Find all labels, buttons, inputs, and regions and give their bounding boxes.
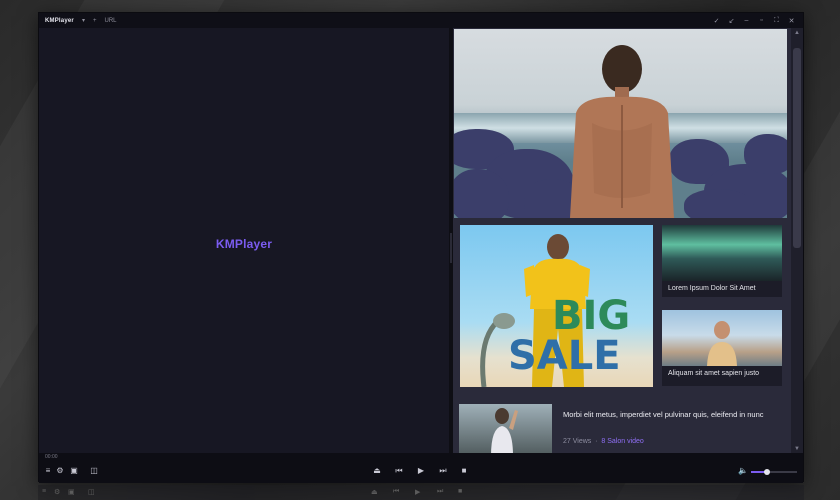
eject-icon[interactable]: ⏏ (370, 466, 384, 476)
side-panel: BIG SALE Lorem Ipsum Dolor Sit Amet Aliq… (453, 28, 791, 459)
card-title: Lorem Ipsum Dolor Sit Amet (668, 285, 756, 292)
video-area[interactable]: KMPlayer (39, 28, 449, 459)
video-logo: KMPlayer (215, 236, 273, 251)
vr-icon[interactable]: ◫ (87, 466, 101, 476)
maximize-icon[interactable]: ▫ (756, 17, 767, 24)
side-panel-scrollbar[interactable]: ▲ ▼ (791, 28, 803, 459)
reflection-playlist-icon: ≡ (42, 488, 47, 495)
volume-icon[interactable]: 🔈 (736, 466, 750, 476)
capture-icon[interactable]: ▣ (67, 466, 81, 476)
stop-icon[interactable]: ■ (457, 466, 471, 476)
list-item-thumbnail (459, 404, 552, 456)
reflection-settings-icon: ⚙ (54, 489, 61, 496)
reflection-capture-icon: ▣ (68, 489, 75, 496)
ad-headline-line1: BIG (552, 293, 631, 339)
list-item-views: 27 Views (563, 438, 592, 445)
minimize-icon[interactable]: – (741, 17, 752, 24)
volume-knob[interactable] (764, 469, 771, 475)
control-bar: ≡ ⚙ ▣ ◫ ⏏ ⏮ ▶ ⏭ ■ 🔈 (39, 459, 803, 483)
video-card[interactable]: Aliquam sit amet sapien justo (662, 310, 782, 386)
meta-separator: · (595, 438, 598, 445)
player-window: KMPlayer ▾ + URL ✓ ↙ – ▫ ⛶ ✕ KMPlayer BI… (38, 12, 804, 483)
card-thumbnail (662, 225, 782, 281)
reflection-vr-icon: ◫ (88, 489, 95, 496)
ad-headline-line2: SALE (508, 333, 621, 379)
reflection-prev-icon: ⏮ (393, 488, 400, 495)
list-item-channel[interactable]: 8 Salon video (601, 438, 643, 445)
window-reflection: ≡ ⚙ ▣ ◫ ⏏ ⏮ ▶ ⏭ ■ (38, 485, 804, 500)
settings-icon[interactable]: ⚙ (53, 466, 67, 476)
next-icon[interactable]: ⏭ (436, 466, 450, 476)
add-tab-button[interactable]: + (93, 18, 97, 24)
mini-icon[interactable]: ↙ (726, 17, 737, 25)
sale-ad[interactable]: BIG SALE (460, 225, 653, 387)
scrollbar-thumb[interactable] (793, 48, 801, 248)
app-logo[interactable]: KMPlayer (45, 18, 74, 24)
divider-grip[interactable] (450, 233, 452, 263)
hero-person (570, 45, 674, 218)
app-menu-arrow[interactable]: ▾ (82, 17, 85, 24)
scroll-up-icon[interactable]: ▲ (791, 30, 803, 36)
reflection-eject-icon: ⏏ (371, 489, 378, 496)
hero-banner[interactable] (454, 29, 787, 218)
url-button[interactable]: URL (104, 18, 116, 24)
reflection-next-icon: ⏭ (437, 488, 444, 495)
scroll-down-icon[interactable]: ▼ (791, 446, 803, 452)
pin-icon[interactable]: ✓ (711, 17, 722, 25)
list-item-person (491, 408, 518, 456)
hero-rock (744, 134, 787, 174)
fullscreen-icon[interactable]: ⛶ (771, 17, 782, 25)
video-card[interactable]: Lorem Ipsum Dolor Sit Amet (662, 225, 782, 297)
prev-icon[interactable]: ⏮ (392, 466, 406, 476)
list-item-title: Morbi elit metus, imperdiet vel pulvinar… (563, 410, 764, 419)
list-item-meta: 27 Views · 8 Salon video (563, 438, 644, 445)
play-icon[interactable]: ▶ (414, 466, 428, 476)
card-person (707, 321, 737, 366)
card-thumbnail (662, 310, 782, 366)
hero-rock (684, 189, 754, 218)
close-icon[interactable]: ✕ (786, 17, 797, 25)
reflection-stop-icon: ■ (458, 488, 463, 495)
list-item[interactable]: Morbi elit metus, imperdiet vel pulvinar… (459, 404, 785, 456)
title-bar[interactable]: KMPlayer ▾ + URL ✓ ↙ – ▫ ⛶ ✕ (39, 13, 803, 28)
card-title: Aliquam sit amet sapien justo (668, 370, 760, 377)
reflection-play-icon: ▶ (415, 489, 421, 496)
volume-slider[interactable] (751, 469, 797, 475)
